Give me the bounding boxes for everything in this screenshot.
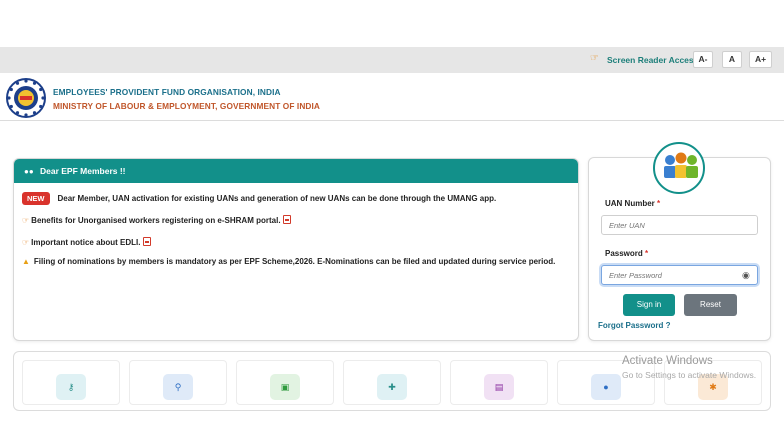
notices-header: ●● Dear EPF Members !! [14, 159, 578, 183]
password-label: Password * [605, 249, 649, 258]
id-card-icon: ▤ [484, 374, 514, 400]
notice-item-eshram[interactable]: ☞ Benefits for Unorganised workers regist… [22, 214, 291, 225]
member-notices-panel: ●● Dear EPF Members !! NEW Dear Member, UA… [13, 158, 579, 341]
organisation-name: EMPLOYEES' PROVIDENT FUND ORGANISATION, … [53, 87, 281, 97]
members-group-icon [653, 142, 705, 194]
epfo-logo-icon[interactable] [6, 78, 46, 118]
screen-reader-access-link[interactable]: Screen Reader Access [607, 55, 698, 65]
notice-item-nomination: ▲ Filing of nominations by members is man… [22, 257, 555, 266]
notice-item-umang: NEW Dear Member, UAN activation for exist… [22, 192, 496, 205]
uan-label: UAN Number * [605, 199, 661, 208]
notice-link-text[interactable]: Important notice about EDLI. [31, 238, 140, 247]
font-normal-button[interactable]: A [722, 51, 742, 68]
forgot-password-link[interactable]: Forgot Password ? [598, 321, 670, 330]
hand-pointer-icon: ☞ [22, 216, 30, 225]
add-user-icon: ✚ [377, 374, 407, 400]
key-icon: ⚷ [56, 374, 86, 400]
activate-windows-subtitle: Go to Settings to activate Windows. [622, 370, 757, 380]
bell-icon: ▲ [22, 257, 30, 266]
document-icon: ▣ [270, 374, 300, 400]
new-badge: NEW [22, 192, 50, 205]
font-decrease-button[interactable]: A- [693, 51, 713, 68]
notice-link-text[interactable]: Benefits for Unorganised workers registe… [31, 216, 280, 225]
hand-pointer-icon: ☞ [22, 238, 30, 247]
eye-icon[interactable]: ◉ [742, 270, 750, 281]
pdf-icon[interactable] [142, 237, 151, 246]
search-icon: ⚲ [163, 374, 193, 400]
notices-title: Dear EPF Members !! [40, 166, 126, 176]
accessibility-bar: ☞ Screen Reader Access A- A A+ [0, 47, 784, 73]
user-icon: ● [591, 374, 621, 400]
site-header: EMPLOYEES' PROVIDENT FUND ORGANISATION, … [0, 73, 784, 121]
reset-button[interactable]: Reset [684, 294, 737, 316]
pdf-icon[interactable] [282, 215, 291, 224]
font-increase-button[interactable]: A+ [749, 51, 772, 68]
uan-input[interactable] [601, 215, 758, 235]
password-input[interactable] [601, 265, 758, 285]
epfo-login-page: ☞ Screen Reader Access A- A A+ EMPLOYEES… [0, 0, 784, 441]
users-icon: ●● [24, 167, 34, 176]
sign-in-button[interactable]: Sign in [623, 294, 675, 316]
notice-item-edli[interactable]: ☞ Important notice about EDLI. [22, 236, 151, 247]
notice-text: Filing of nominations by members is mand… [33, 257, 556, 266]
activate-windows-title: Activate Windows [622, 355, 713, 367]
ministry-name: MINISTRY OF LABOUR & EMPLOYMENT, GOVERNM… [53, 101, 321, 111]
notice-text: Dear Member, UAN activation for existing… [57, 194, 497, 203]
hand-pointer-icon: ☞ [590, 53, 599, 64]
